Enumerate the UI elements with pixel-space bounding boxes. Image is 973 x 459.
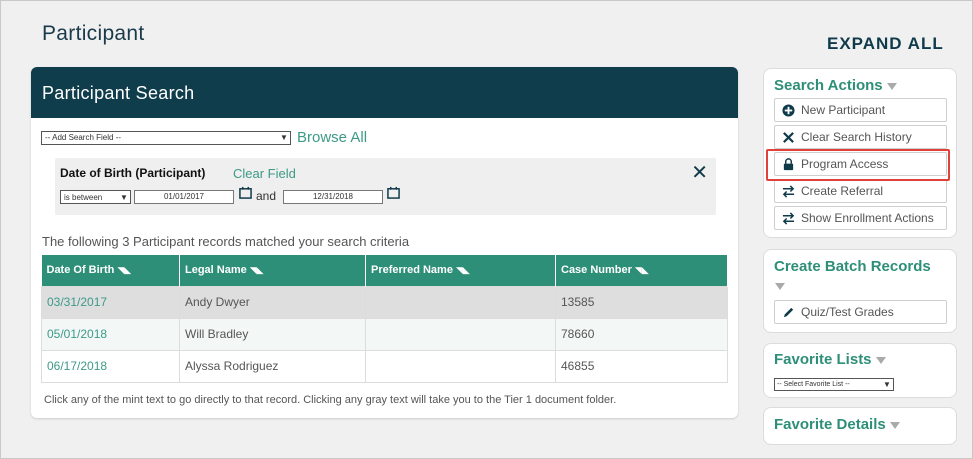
footer-note: Click any of the mint text to go directl…: [44, 394, 617, 406]
search-actions-label: Search Actions: [774, 77, 883, 94]
chevron-down-icon: ▼: [120, 192, 128, 202]
search-actions-title[interactable]: Search Actions: [774, 77, 897, 94]
batch-records-card: Create Batch Records Quiz/Test Grades: [763, 249, 957, 333]
column-header-case-number[interactable]: Case Number ◥◣: [555, 255, 728, 286]
operator-value: is between: [64, 192, 103, 202]
sort-icon: ◥◣: [455, 265, 470, 276]
add-search-field-select[interactable]: -- Add Search Field -- ▼: [41, 130, 291, 145]
operator-select[interactable]: is between ▼: [60, 190, 131, 204]
favorite-lists-label: Favorite Lists: [774, 351, 872, 368]
cell-legal-name[interactable]: Will Bradley: [179, 317, 366, 351]
column-label: Preferred Name: [371, 264, 453, 277]
column-label: Case Number: [561, 264, 632, 277]
triangle-down-icon: [889, 421, 900, 429]
favorite-list-select[interactable]: -- Select Favorite List -- ▼: [774, 378, 894, 391]
browse-all-link[interactable]: Browse All: [297, 129, 367, 146]
table-row[interactable]: 06/17/2018 Alyssa Rodriguez 46855: [41, 349, 728, 383]
pencil-icon: [783, 307, 794, 317]
button-label: Quiz/Test Grades: [801, 305, 894, 319]
date-from-input[interactable]: 01/01/2017: [134, 190, 234, 204]
plus-circle-icon: [782, 103, 795, 117]
panel-header: Participant Search: [31, 67, 738, 118]
chevron-down-icon: ▼: [280, 133, 288, 142]
column-label: Date Of Birth: [46, 264, 115, 277]
chevron-down-icon: ▼: [883, 380, 891, 389]
favorite-lists-title[interactable]: Favorite Lists: [774, 351, 886, 368]
sort-icon: ◥◣: [249, 265, 264, 276]
cell-legal-name[interactable]: Andy Dwyer: [179, 285, 366, 319]
clear-field-link[interactable]: Clear Field: [233, 166, 296, 181]
quiz-test-grades-button[interactable]: Quiz/Test Grades: [774, 300, 947, 324]
table-header-row: Date Of Birth ◥◣ Legal Name ◥◣ Preferred N…: [41, 255, 728, 286]
dob-filter-box: Date of Birth (Participant) Clear Field …: [55, 158, 716, 215]
cell-dob[interactable]: 06/17/2018: [41, 349, 180, 383]
table-row[interactable]: 05/01/2018 Will Bradley 78660: [41, 317, 728, 351]
add-search-field-value: -- Add Search Field --: [45, 133, 122, 142]
button-label: Program Access: [801, 157, 889, 171]
column-header-dob[interactable]: Date Of Birth ◥◣: [41, 255, 180, 286]
show-enrollment-actions-button[interactable]: Show Enrollment Actions: [774, 206, 947, 230]
cell-preferred-name[interactable]: [365, 317, 556, 351]
program-access-button[interactable]: Program Access: [774, 152, 947, 176]
lock-icon: [783, 157, 794, 170]
sort-icon: ◥◣: [634, 265, 649, 276]
button-label: Create Referral: [801, 184, 884, 198]
column-header-preferred-name[interactable]: Preferred Name ◥◣: [365, 255, 556, 286]
column-header-legal-name[interactable]: Legal Name ◥◣: [179, 255, 366, 286]
clear-search-history-button[interactable]: Clear Search History: [774, 125, 947, 149]
favorite-list-value: -- Select Favorite List --: [777, 381, 850, 388]
search-actions-card: Search Actions New Participant Clear Sea…: [763, 68, 957, 238]
new-participant-button[interactable]: New Participant: [774, 98, 947, 122]
column-label: Legal Name: [185, 264, 247, 277]
close-icon: [783, 131, 794, 143]
create-referral-button[interactable]: Create Referral: [774, 179, 947, 203]
favorite-lists-card: Favorite Lists -- Select Favorite List -…: [763, 343, 957, 398]
results-table: Date Of Birth ◥◣ Legal Name ◥◣ Preferred N…: [41, 255, 728, 383]
close-icon[interactable]: ✕: [691, 160, 708, 185]
sort-icon: ◥◣: [117, 265, 132, 276]
exchange-icon: [782, 211, 795, 225]
triangle-down-icon: [886, 82, 897, 90]
and-label: and: [256, 189, 277, 203]
participant-search-panel: Participant Search -- Add Search Field -…: [31, 67, 738, 418]
button-label: New Participant: [801, 103, 886, 117]
add-field-row: -- Add Search Field -- ▼ Browse All: [41, 129, 367, 146]
exchange-icon: [782, 184, 795, 198]
result-count-text: The following 3 Participant records matc…: [42, 234, 410, 249]
cell-legal-name[interactable]: Alyssa Rodriguez: [179, 349, 366, 383]
cell-preferred-name[interactable]: [365, 349, 556, 383]
date-to-input[interactable]: 12/31/2018: [283, 190, 383, 204]
batch-records-title[interactable]: Create Batch Records: [774, 258, 931, 275]
cell-dob[interactable]: 05/01/2018: [41, 317, 180, 351]
expand-all-link[interactable]: EXPAND ALL: [827, 34, 944, 54]
calendar-icon[interactable]: [387, 186, 400, 199]
button-label: Clear Search History: [801, 130, 912, 144]
table-row[interactable]: 03/31/2017 Andy Dwyer 13585: [41, 285, 728, 319]
page-title: Participant: [42, 22, 145, 45]
triangle-down-icon: [875, 356, 886, 364]
favorite-details-card: Favorite Details: [763, 407, 957, 445]
cell-preferred-name[interactable]: [365, 285, 556, 319]
favorite-details-title[interactable]: Favorite Details: [774, 416, 900, 433]
button-label: Show Enrollment Actions: [801, 211, 934, 225]
cell-case-number[interactable]: 13585: [555, 285, 728, 319]
triangle-down-icon[interactable]: [775, 283, 785, 290]
calendar-icon[interactable]: [239, 186, 252, 199]
cell-dob[interactable]: 03/31/2017: [41, 285, 180, 319]
favorite-details-label: Favorite Details: [774, 416, 886, 433]
filter-label: Date of Birth (Participant): [60, 166, 206, 180]
cell-case-number[interactable]: 78660: [555, 317, 728, 351]
cell-case-number[interactable]: 46855: [555, 349, 728, 383]
